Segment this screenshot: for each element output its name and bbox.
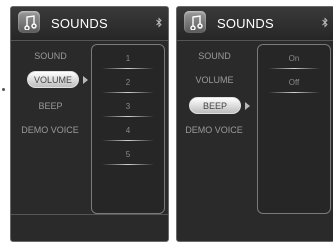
bullet-marker [2, 88, 5, 91]
header-bar: SOUNDS [177, 7, 333, 41]
arrow-right-icon [83, 76, 88, 84]
arrow-right-icon [245, 102, 250, 110]
option-2[interactable]: 2 [92, 78, 164, 87]
menu-item-demo-voice[interactable]: DEMO VOICE [15, 125, 85, 135]
divider [102, 92, 154, 93]
menu-item-volume-selected[interactable]: VOLUME [27, 71, 79, 88]
page-title: SOUNDS [51, 16, 108, 31]
divider [102, 164, 154, 165]
page-title: SOUNDS [217, 16, 274, 31]
menu-item-volume[interactable]: VOLUME [187, 75, 242, 85]
option-1[interactable]: 1 [92, 54, 164, 63]
option-4[interactable]: 4 [92, 126, 164, 135]
sounds-screen-volume: SOUNDS SOUND VOLUME BEEP DEMO VOICE 1 2 … [10, 6, 169, 242]
divider [102, 140, 154, 141]
option-5[interactable]: 5 [92, 150, 164, 159]
menu-item-demo-voice[interactable]: DEMO VOICE [179, 125, 249, 135]
menu-item-beep-selected[interactable]: BEEP [189, 97, 241, 114]
options-list: 1 2 3 4 5 [91, 44, 165, 214]
divider [102, 68, 154, 69]
divider [268, 68, 320, 69]
option-on[interactable]: On [258, 54, 330, 63]
music-note-icon[interactable] [18, 11, 40, 33]
menu-item-sound[interactable]: SOUND [187, 51, 242, 61]
header-bar: SOUNDS [11, 7, 168, 41]
footer-divider [11, 214, 168, 215]
option-off[interactable]: Off [258, 78, 330, 87]
menu-item-sound[interactable]: SOUND [23, 51, 78, 61]
bluetooth-icon [156, 17, 162, 28]
bluetooth-icon [322, 17, 328, 28]
options-list: On Off [257, 44, 331, 214]
menu-item-beep[interactable]: BEEP [23, 101, 78, 111]
divider [268, 92, 320, 93]
music-note-icon[interactable] [184, 11, 206, 33]
sounds-screen-beep: SOUNDS SOUND VOLUME BEEP DEMO VOICE On O… [176, 6, 333, 242]
divider [102, 116, 154, 117]
option-3[interactable]: 3 [92, 102, 164, 111]
